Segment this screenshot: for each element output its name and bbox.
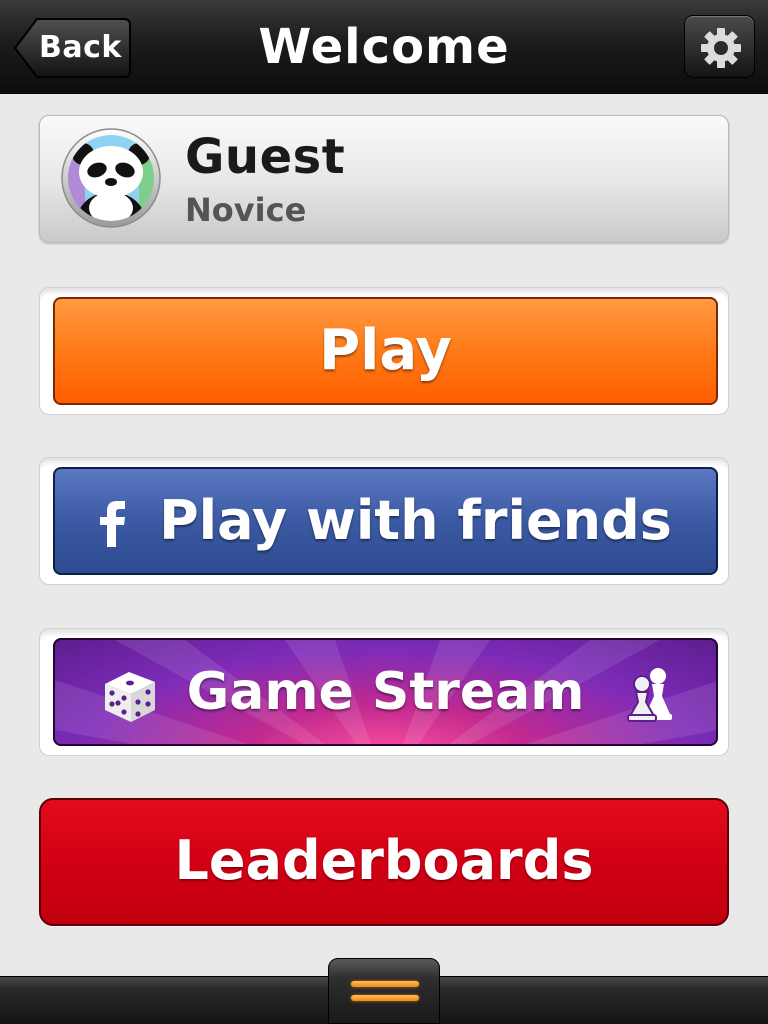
drawer-handle-icon	[351, 981, 419, 987]
stream-button-well: Game Stream	[39, 628, 729, 756]
gear-icon	[701, 28, 741, 68]
back-button-label: Back	[39, 30, 122, 65]
page-title: Welcome	[258, 19, 510, 75]
drawer-handle-button[interactable]	[328, 958, 440, 1024]
friends-button-well: Play with friends	[39, 457, 729, 585]
game-stream-button[interactable]: Game Stream	[53, 638, 718, 746]
play-with-friends-button[interactable]: Play with friends	[53, 467, 718, 575]
top-navigation-bar: Back Welcome	[0, 0, 768, 94]
drawer-handle-icon-lower	[351, 995, 419, 1001]
profile-rank: Novice	[185, 191, 307, 229]
leaderboards-label: Leaderboards	[174, 829, 594, 892]
settings-button[interactable]	[684, 15, 755, 78]
back-button[interactable]: Back	[13, 17, 132, 79]
panda-avatar-icon	[61, 128, 161, 228]
play-button-well: Play	[39, 287, 729, 415]
profile-card[interactable]: Guest Novice	[39, 115, 729, 243]
avatar	[55, 128, 167, 228]
play-button-label: Play	[319, 318, 452, 383]
profile-name: Guest	[185, 129, 346, 185]
leaderboards-button[interactable]: Leaderboards	[39, 798, 729, 926]
play-button[interactable]: Play	[53, 297, 718, 405]
play-with-friends-label: Play with friends	[159, 489, 672, 552]
game-stream-label: Game Stream	[186, 662, 585, 722]
